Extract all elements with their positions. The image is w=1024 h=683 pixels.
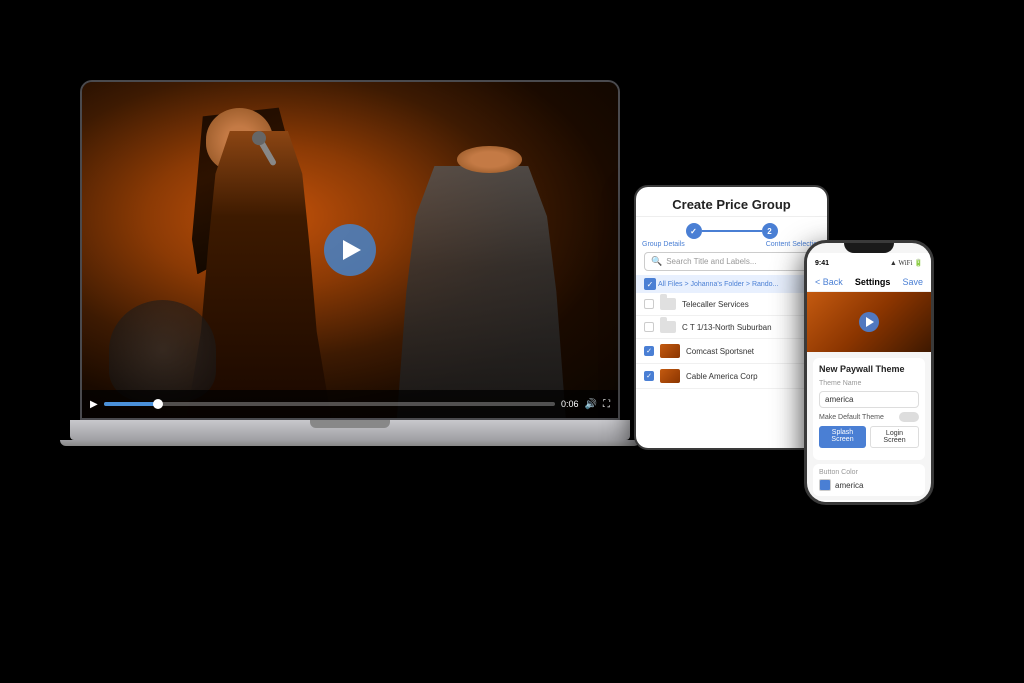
- play-button[interactable]: [324, 224, 376, 276]
- guitarist-figure: [388, 166, 576, 418]
- phone-back-button[interactable]: < Back: [815, 277, 843, 287]
- list-item: Telecaller Services: [636, 293, 827, 316]
- item-label-1: C T 1/13-North Suburban: [682, 323, 772, 332]
- tablet-screen: Create Price Group ✓ 2 Group Details Con…: [636, 187, 827, 448]
- search-placeholder: Search Title and Labels...: [666, 257, 756, 266]
- default-toggle[interactable]: [899, 412, 919, 422]
- item-label-2: Comcast Sportsnet: [686, 347, 754, 356]
- login-screen-button[interactable]: Login Screen: [870, 426, 919, 448]
- guitarist-head: [457, 146, 521, 173]
- step-labels: Group Details Content Selection: [636, 241, 827, 248]
- phone-header-title: Settings: [855, 277, 891, 287]
- laptop: ▶ 0:06 🔊 ⛶: [60, 80, 640, 520]
- drum-kit: [109, 300, 216, 401]
- list-item: ✓ Cable America Corp: [636, 364, 827, 389]
- splash-screen-button[interactable]: Splash Screen: [819, 426, 866, 448]
- step-line: [702, 230, 762, 232]
- button-text-color-section: Button Text Colour #fff: [813, 500, 925, 505]
- default-toggle-label: Make Default Theme: [819, 414, 884, 421]
- step-1-label: Group Details: [642, 241, 685, 248]
- button-color-value: america: [819, 479, 919, 491]
- folder-icon: [660, 298, 676, 310]
- video-play-icon[interactable]: ▶: [90, 399, 98, 410]
- phone-status-bar: 9:41 ▲ WiFi 🔋: [807, 253, 931, 273]
- phone-form-section: New Paywall Theme Theme Name america Mak…: [813, 358, 925, 460]
- item-checkbox-0[interactable]: [644, 299, 654, 309]
- phone-play-icon: [866, 317, 874, 327]
- item-label-3: Cable America Corp: [686, 372, 758, 381]
- button-color-swatch[interactable]: [819, 479, 831, 491]
- theme-name-input[interactable]: america: [819, 391, 919, 408]
- laptop-screen-outer: ▶ 0:06 🔊 ⛶: [80, 80, 620, 420]
- phone-notch: [844, 243, 894, 253]
- step-1-circle: ✓: [686, 223, 702, 239]
- progress-fill: [104, 402, 158, 406]
- laptop-foot: [60, 440, 640, 446]
- tablet-header: Create Price Group: [636, 187, 827, 217]
- laptop-notch: [310, 420, 390, 428]
- tablet-title: Create Price Group: [644, 197, 819, 212]
- progress-bar[interactable]: [104, 402, 555, 406]
- laptop-screen: ▶ 0:06 🔊 ⛶: [82, 82, 618, 418]
- play-icon: [343, 240, 361, 260]
- video-thumbnail: [660, 344, 680, 358]
- button-color-section: Button Color america: [813, 464, 925, 496]
- fullscreen-icon[interactable]: ⛶: [603, 399, 610, 410]
- tablet-steps: ✓ 2: [636, 217, 827, 241]
- default-toggle-row: Make Default Theme: [819, 412, 919, 422]
- list-item: C T 1/13-North Suburban: [636, 316, 827, 339]
- volume-icon[interactable]: 🔊: [585, 399, 597, 410]
- tablet-search[interactable]: 🔍 Search Title and Labels...: [644, 252, 819, 271]
- progress-thumb: [153, 399, 163, 409]
- concert-background: ▶ 0:06 🔊 ⛶: [82, 82, 618, 418]
- video-controls: ▶ 0:06 🔊 ⛶: [82, 390, 618, 418]
- time-display: 0:06: [561, 399, 579, 409]
- step-2-circle: 2: [762, 223, 778, 239]
- button-color-text: america: [835, 481, 863, 490]
- item-checkbox-3[interactable]: ✓: [644, 371, 654, 381]
- phone-save-button[interactable]: Save: [902, 277, 923, 287]
- button-color-label: Button Color: [819, 469, 919, 476]
- breadcrumb-checkbox[interactable]: ✓: [644, 278, 656, 290]
- item-label-0: Telecaller Services: [682, 300, 749, 309]
- breadcrumb-path: All Files > Johanna's Folder > Rando...: [658, 281, 778, 288]
- folder-icon: [660, 321, 676, 333]
- phone-video-thumbnail: [807, 292, 931, 352]
- item-checkbox-1[interactable]: [644, 322, 654, 332]
- item-checkbox-2[interactable]: ✓: [644, 346, 654, 356]
- list-item: ✓ Comcast Sportsnet: [636, 339, 827, 364]
- phone-play-button[interactable]: [859, 312, 879, 332]
- phone: 9:41 ▲ WiFi 🔋 < Back Settings Save New P…: [804, 240, 934, 505]
- phone-form-title: New Paywall Theme: [819, 364, 919, 374]
- phone-screen: 9:41 ▲ WiFi 🔋 < Back Settings Save New P…: [807, 243, 931, 502]
- phone-header: < Back Settings Save: [807, 273, 931, 292]
- phone-time: 9:41: [815, 260, 829, 267]
- laptop-base: [70, 420, 630, 440]
- theme-name-label: Theme Name: [819, 380, 919, 387]
- phone-status-icons: ▲ WiFi 🔋: [890, 259, 923, 267]
- scene: ▶ 0:06 🔊 ⛶ Creat: [0, 0, 1024, 683]
- check-icon: ✓: [647, 280, 654, 289]
- tablet: Create Price Group ✓ 2 Group Details Con…: [634, 185, 829, 450]
- video-thumbnail: [660, 369, 680, 383]
- screen-btn-row: Splash Screen Login Screen: [819, 426, 919, 448]
- tablet-breadcrumb: ✓ All Files > Johanna's Folder > Rando..…: [636, 275, 827, 293]
- search-icon: 🔍: [651, 256, 662, 267]
